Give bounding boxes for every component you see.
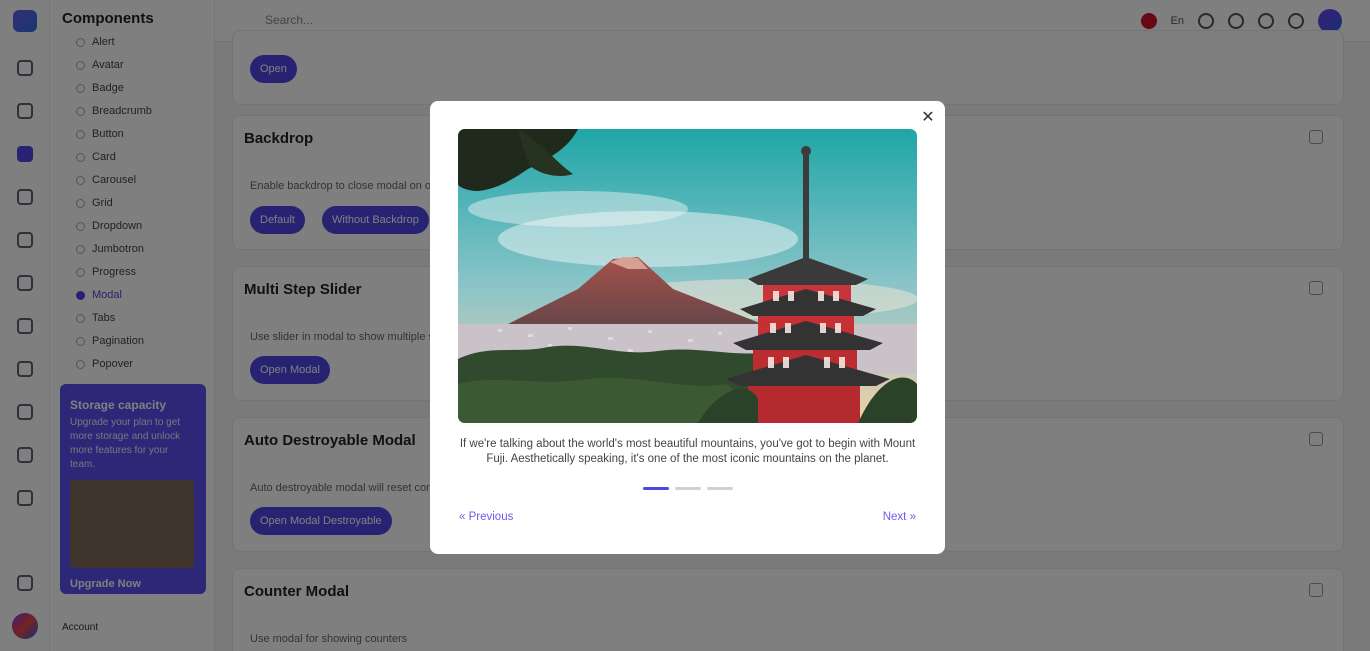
- close-icon[interactable]: ✕: [919, 109, 937, 127]
- slide-image: [458, 129, 917, 423]
- next-button[interactable]: Next »: [883, 511, 916, 523]
- step-indicator: [643, 487, 733, 490]
- previous-label: Previous: [468, 511, 514, 523]
- next-label: Next: [882, 511, 907, 523]
- previous-button[interactable]: « Previous: [459, 511, 513, 523]
- slide-caption: If we're talking about the world's most …: [459, 438, 916, 465]
- step-dot-3[interactable]: [707, 487, 733, 490]
- mount-fuji-illustration: [458, 129, 917, 423]
- step-dot-1[interactable]: [643, 487, 669, 490]
- multi-step-modal: ✕ If we're talking about the world's mos…: [430, 101, 945, 554]
- step-dot-2[interactable]: [675, 487, 701, 490]
- double-chevron-left-icon: «: [459, 511, 466, 523]
- double-chevron-right-icon: »: [909, 511, 916, 523]
